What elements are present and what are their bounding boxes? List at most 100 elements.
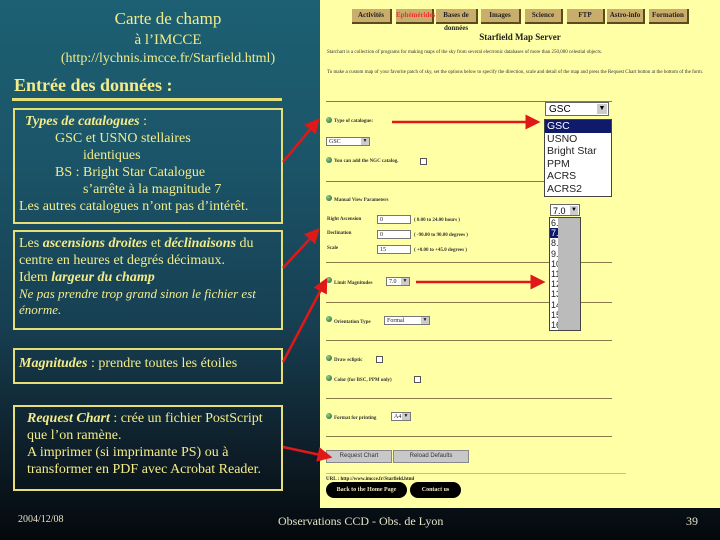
nav-tab[interactable]: FTP	[567, 9, 605, 24]
arrow-coordinates	[282, 228, 320, 269]
dec-hint: ( -90.00 to 90.00 degrees )	[414, 233, 468, 238]
term: Magnitudes	[19, 356, 88, 371]
catalog-label: Type of catalogue:	[334, 119, 374, 124]
value: 7.0	[553, 206, 566, 216]
catalogue-note-box: Types de catalogues : GSC et USNO stella…	[13, 108, 283, 224]
value: GSC	[549, 104, 571, 115]
slide-subtitle: à l’IMCCE	[134, 32, 202, 48]
nav-tab[interactable]: Formation	[649, 9, 689, 24]
format-select[interactable]: A4 ▼	[391, 412, 411, 421]
divider	[326, 473, 626, 474]
page-number: 39	[686, 514, 698, 528]
slide-title: Carte de champ	[114, 9, 222, 28]
nav-tab[interactable]: Ephémérides	[396, 9, 435, 24]
divider	[326, 436, 612, 437]
bullet-icon	[326, 195, 332, 201]
bullet-icon	[326, 277, 332, 283]
nav-tab[interactable]: Bases de données	[436, 9, 478, 32]
intro-text: To make a custom map of your favorite pa…	[327, 70, 704, 75]
divider	[12, 98, 282, 101]
nav-tab[interactable]: Astro-info	[607, 9, 645, 24]
chevron-down-icon: ▼	[361, 138, 369, 145]
nav-tab[interactable]: Images	[481, 9, 521, 24]
text: BS : Bright Star Catalogue	[55, 165, 206, 180]
intro-text: Starchart is a collection of programs fo…	[327, 50, 603, 55]
catalog-option[interactable]: ACRS2	[545, 183, 611, 196]
chevron-down-icon: ▼	[402, 413, 410, 420]
catalog-option[interactable]: GSC	[545, 120, 611, 133]
ngc-checkbox[interactable]	[420, 158, 427, 165]
scale-label: Scale	[327, 246, 339, 251]
bullet-icon	[326, 316, 332, 322]
bullet-icon	[326, 355, 332, 361]
color-label: Color (for BSC, PPM only)	[334, 378, 392, 383]
text: s’arrête à la magnitude 7	[83, 182, 222, 197]
catalog-option[interactable]: ACRS	[545, 170, 611, 183]
chevron-down-icon: ▼	[421, 317, 429, 324]
bullet-icon	[326, 413, 332, 419]
ra-hint: ( 0.00 to 24.00 hours )	[414, 218, 460, 223]
catalog-option[interactable]: Bright Star	[545, 145, 611, 158]
divider	[326, 340, 612, 341]
request-chart-button[interactable]: Request Chart	[326, 450, 392, 463]
value: A4	[394, 414, 402, 420]
magnitude-select[interactable]: 7.0 ▼	[550, 204, 580, 216]
term: Request Chart	[27, 411, 110, 426]
home-page-button[interactable]: Back to the Home Page	[326, 482, 407, 498]
ra-input[interactable]: 0	[377, 215, 411, 224]
reload-defaults-button[interactable]: Reload Defaults	[393, 450, 469, 463]
scrollbar[interactable]	[558, 218, 580, 331]
text: et	[147, 236, 165, 251]
orientation-label: Orientation Type	[334, 320, 371, 325]
catalog-option[interactable]: USNO	[545, 133, 611, 146]
term: déclinaisons	[164, 236, 237, 251]
ecliptic-label: Draw ecliptic	[334, 358, 363, 363]
nav-tab[interactable]: Science	[525, 9, 563, 24]
color-checkbox[interactable]	[414, 376, 421, 383]
term: Types de catalogues	[25, 114, 140, 129]
term: ascensions droites	[42, 236, 148, 251]
contact-us-button[interactable]: Contact us	[410, 482, 461, 498]
chevron-down-icon: ▼	[597, 104, 607, 114]
ra-label: Right Ascension	[327, 217, 362, 222]
value: Formal	[387, 318, 405, 324]
footer-title: Observations CCD - Obs. de Lyon	[278, 514, 444, 528]
value: GSC	[329, 139, 341, 145]
orientation-select[interactable]: Formal ▼	[384, 316, 430, 325]
text: :	[139, 114, 147, 129]
footer-date: 2004/12/08	[18, 514, 64, 525]
text: identiques	[83, 148, 141, 163]
catalog-options-list[interactable]: GSC USNO Bright Star PPM ACRS ACRS2	[544, 119, 612, 197]
server-title: Starfield Map Server	[479, 32, 561, 42]
catalog-select[interactable]: GSC ▼	[545, 102, 609, 116]
text: Ne pas prendre trop grand sinon le fichi…	[19, 286, 256, 317]
ngc-label: You can add the NGC catalog.	[334, 159, 399, 164]
manual-view-label: Manual View Parameters	[334, 198, 389, 203]
text: Les autres catalogues n’ont pas d’intérê…	[19, 199, 249, 214]
dec-label: Declination	[327, 231, 352, 236]
ecliptic-checkbox[interactable]	[376, 356, 383, 363]
request-note-box: Request Chart : crée un fichier PostScri…	[13, 405, 283, 491]
limit-magnitude-select-small[interactable]: 7.0 ▼	[386, 277, 410, 286]
format-label: Format for printing	[334, 416, 377, 421]
catalog-option[interactable]: PPM	[545, 158, 611, 171]
bullet-icon	[326, 157, 332, 163]
text: : prendre toutes les étoiles	[87, 356, 238, 371]
starfield-page-screenshot: Activités Ephémérides Bases de données Imag…	[320, 0, 720, 508]
dec-input[interactable]: 0	[377, 230, 411, 239]
scale-input[interactable]: 15	[377, 245, 411, 254]
text: A imprimer (si imprimante PS) ou à trans…	[27, 445, 262, 477]
chevron-down-icon: ▼	[570, 206, 578, 215]
divider	[326, 398, 612, 399]
magnitudes-note-box: Magnitudes : prendre toutes les étoiles	[13, 348, 283, 384]
text: Les	[19, 236, 43, 251]
scale-hint: ( +0.00 to +45.0 degrees )	[414, 248, 467, 253]
section-heading: Entrée des données :	[14, 75, 173, 95]
text: Idem	[19, 270, 52, 285]
magnitude-options-list[interactable]: 6.07.08.09.010.011.012.013.014.015.016.0	[549, 217, 581, 332]
value: 7.0	[389, 279, 397, 285]
chevron-down-icon: ▼	[401, 278, 409, 285]
arrow-catalogue	[282, 118, 320, 163]
nav-tab[interactable]: Activités	[352, 9, 392, 24]
catalog-select-small[interactable]: GSC ▼	[326, 137, 370, 146]
